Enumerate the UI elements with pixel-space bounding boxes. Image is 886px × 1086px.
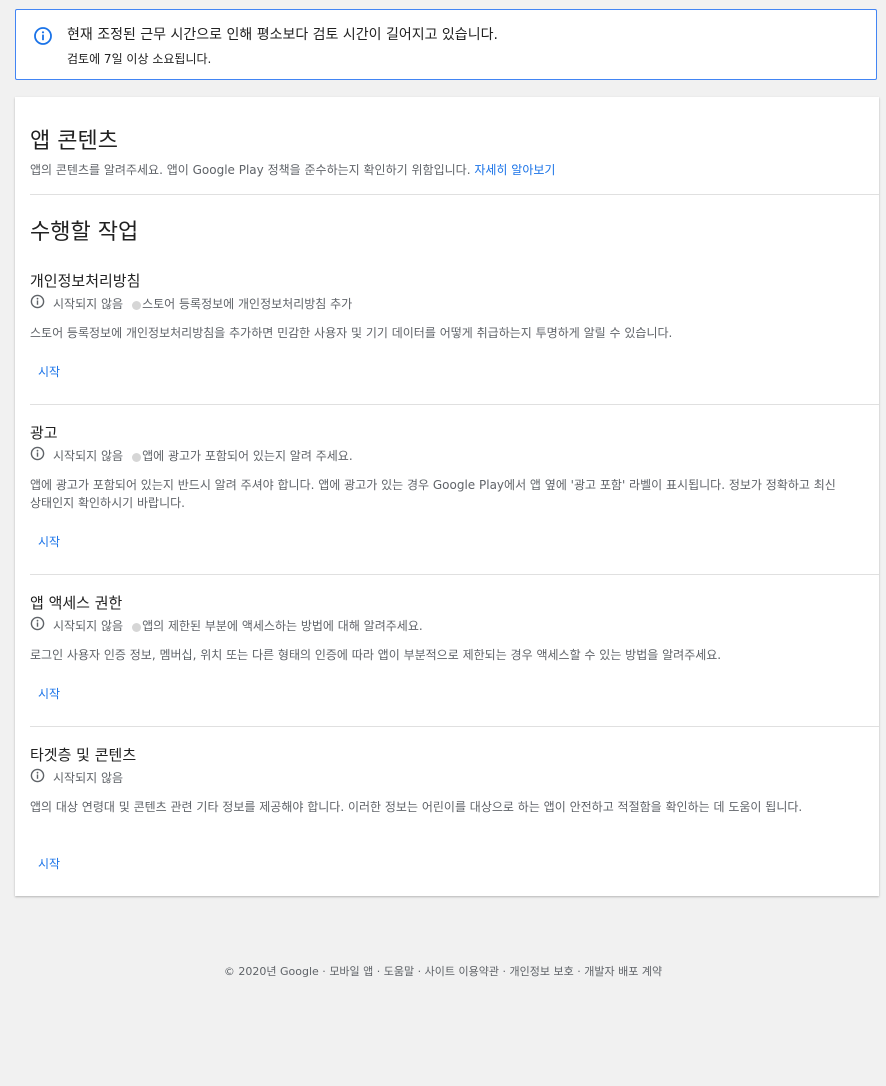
task-title: 개인정보처리방침 [30,272,141,290]
task-title: 앱 액세스 권한 [30,594,123,612]
info-icon [30,446,45,464]
task-status-row: 시작되지 않음 앱의 제한된 부분에 액세스하는 방법에 대해 알려주세요. [30,616,423,634]
footer-separator: · [499,965,510,978]
start-button-privacy-policy[interactable]: 시작 [30,355,70,387]
status-text: 시작되지 않음 [53,448,124,463]
status-text: 시작되지 않음 [53,770,124,785]
task-status-row: 시작되지 않음 [30,768,123,786]
task-description: 앱의 대상 연령대 및 콘텐츠 관련 기타 정보를 제공해야 합니다. 이러한 … [30,800,803,814]
task-description: 앱에 광고가 포함되어 있는지 반드시 알려 주셔야 합니다. 앱에 광고가 있… [30,478,836,510]
task-status-row: 시작되지 않음 앱에 광고가 포함되어 있는지 알려 주세요. [30,446,353,464]
section-title-tasks: 수행할 작업 [30,220,139,245]
task-title: 타겟층 및 콘텐츠 [30,746,137,764]
separator-dot [132,622,142,632]
page-title: 앱 콘텐츠 [30,129,118,154]
task-status-row: 시작되지 않음 스토어 등록정보에 개인정보처리방침 추가 [30,294,352,312]
task-subtitle: 앱에 광고가 포함되어 있는지 알려 주세요. [142,448,353,463]
info-icon [30,294,45,312]
notice-message: 현재 조정된 근무 시간으로 인해 평소보다 검토 시간이 길어지고 있습니다. [67,27,498,43]
status-text: 시작되지 않음 [53,618,124,633]
footer-separator: · [573,965,585,978]
footer: © 2020년 Google · 모바일 앱 · 도움말 · 사이트 이용약관 … [0,963,886,979]
separator-dot [132,300,142,310]
page-description-text: 앱의 콘텐츠를 알려주세요. 앱이 Google Play 정책을 준수하는지 … [30,163,471,177]
task-subtitle: 스토어 등록정보에 개인정보처리방침 추가 [142,296,353,311]
notice-detail: 검토에 7일 이상 소요됩니다. [67,52,212,66]
footer-link-terms[interactable]: 사이트 이용약관 [425,965,499,978]
app-content-card: 앱 콘텐츠 앱의 콘텐츠를 알려주세요. 앱이 Google Play 정책을 … [15,97,879,896]
footer-link-help[interactable]: 도움말 [384,965,414,978]
review-time-notice: 현재 조정된 근무 시간으로 인해 평소보다 검토 시간이 길어지고 있습니다.… [15,9,877,80]
start-button-ads[interactable]: 시작 [30,525,70,557]
footer-separator: · [373,965,384,978]
divider [30,194,879,195]
footer-copyright: © 2020년 Google [223,965,319,978]
footer-separator: · [318,965,330,978]
footer-separator: · [414,965,425,978]
status-text: 시작되지 않음 [53,296,124,311]
divider [30,404,879,405]
divider [30,574,879,575]
task-description: 로그인 사용자 인증 정보, 멤버십, 위치 또는 다른 형태의 인증에 따라 … [30,648,722,662]
separator-dot [132,452,142,462]
page-description: 앱의 콘텐츠를 알려주세요. 앱이 Google Play 정책을 준수하는지 … [30,161,555,178]
footer-link-developer-agreement[interactable]: 개발자 배포 계약 [584,965,662,978]
task-subtitle: 앱의 제한된 부분에 액세스하는 방법에 대해 알려주세요. [142,618,423,633]
divider [30,726,879,727]
task-title: 광고 [30,424,58,442]
info-icon [30,616,45,634]
footer-link-privacy[interactable]: 개인정보 보호 [510,965,574,978]
info-icon [30,768,45,786]
footer-link-mobile-app[interactable]: 모바일 앱 [329,965,373,978]
info-icon [33,26,53,50]
learn-more-link[interactable]: 자세히 알아보기 [474,163,555,177]
task-description: 스토어 등록정보에 개인정보처리방침을 추가하면 민감한 사용자 및 기기 데이… [30,326,673,340]
start-button-app-access[interactable]: 시작 [30,677,70,709]
start-button-target-audience[interactable]: 시작 [30,847,70,879]
